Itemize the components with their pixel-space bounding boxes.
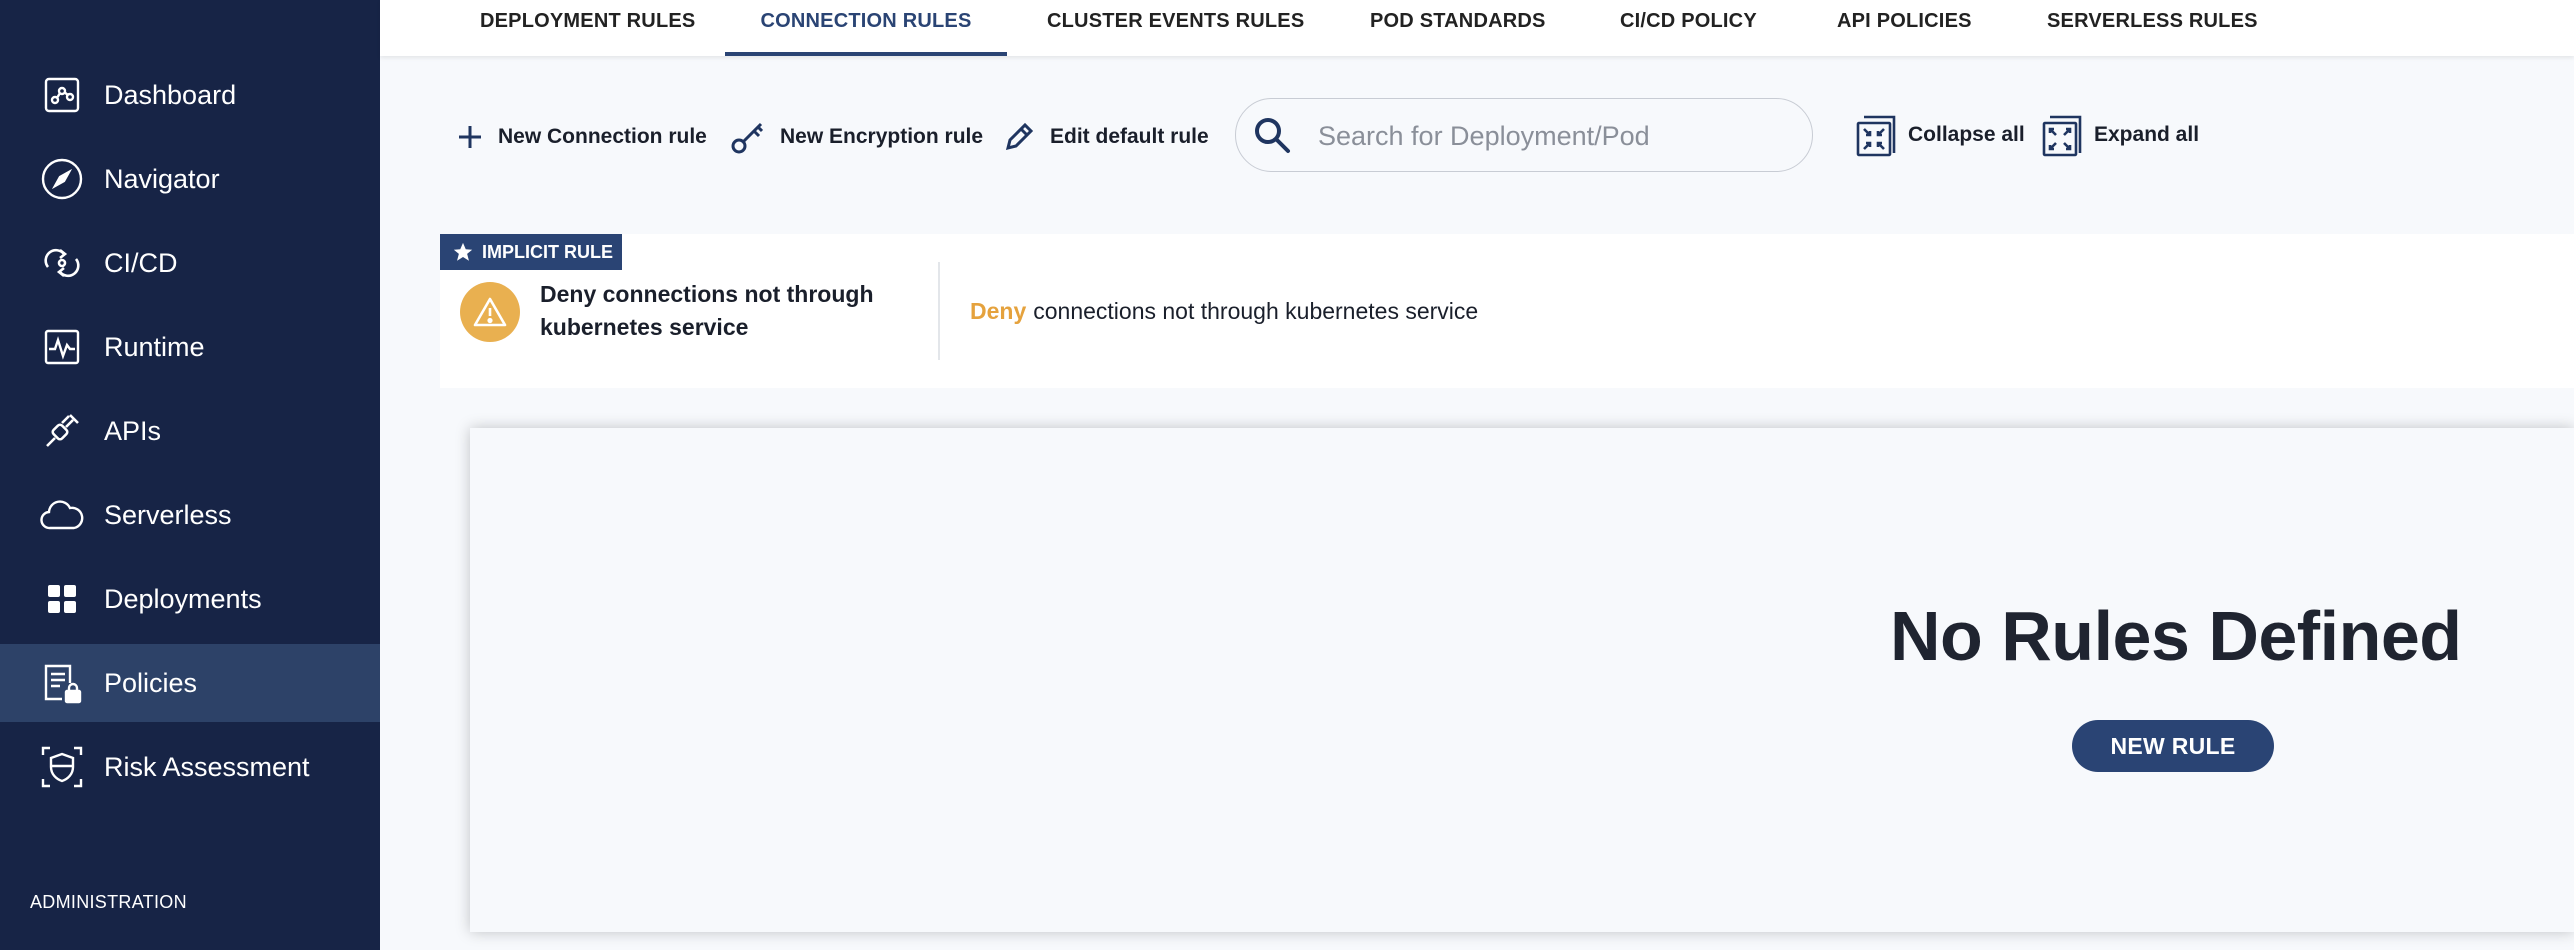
sidebar-item-label: Deployments <box>104 583 262 614</box>
tab-serverless-rules[interactable]: SERVERLESS RULES <box>2047 0 2258 56</box>
search-input[interactable] <box>1316 115 1790 157</box>
new-connection-rule-button[interactable]: New Connection rule <box>456 112 707 162</box>
collapse-all-button[interactable]: Collapse all <box>1854 110 2025 160</box>
sidebar-item-risk-assessment[interactable]: Risk Assessment <box>0 728 380 806</box>
deny-action-label: Deny <box>970 298 1027 324</box>
sidebar-item-deployments[interactable]: Deployments <box>0 560 380 638</box>
sidebar-item-apis[interactable]: APIs <box>0 392 380 470</box>
expand-all-label: Expand all <box>2094 123 2200 146</box>
star-icon <box>452 241 474 263</box>
edit-default-rule-button[interactable]: Edit default rule <box>1002 112 1209 162</box>
sidebar-item-label: Policies <box>104 667 198 698</box>
tab-deployment-rules[interactable]: DEPLOYMENT RULES <box>480 0 695 56</box>
new-encryption-rule-button[interactable]: New Encryption rule <box>730 112 983 162</box>
grid-icon <box>40 577 84 621</box>
search-box <box>1235 98 1813 172</box>
dashboard-icon <box>40 73 84 117</box>
search-icon <box>1252 115 1294 162</box>
sidebar-item-label: Dashboard <box>104 79 237 110</box>
collapse-all-label: Collapse all <box>1908 123 2025 146</box>
implicit-rule-badge-label: IMPLICIT RULE <box>482 241 613 262</box>
sidebar-item-serverless[interactable]: Serverless <box>0 476 380 554</box>
cloud-icon <box>40 493 84 537</box>
pencil-icon <box>1002 120 1036 154</box>
plus-icon <box>456 123 484 151</box>
sidebar-item-label: CI/CD <box>104 247 178 278</box>
implicit-rule-description: Deny connections not through kubernetes s… <box>970 298 1478 325</box>
empty-state-title: No Rules Defined <box>1890 597 2462 675</box>
shield-scan-icon <box>40 745 84 789</box>
policy-lock-icon <box>40 661 84 705</box>
expand-icon <box>2040 111 2086 159</box>
runtime-icon <box>40 325 84 369</box>
cicd-icon <box>40 241 84 285</box>
sidebar-item-dashboard[interactable]: Dashboard <box>0 56 380 134</box>
tab-bar: DEPLOYMENT RULES CONNECTION RULES CLUSTE… <box>380 0 2574 56</box>
sidebar-item-label: Navigator <box>104 163 220 194</box>
sidebar-item-label: APIs <box>104 415 162 446</box>
compass-icon <box>40 157 84 201</box>
implicit-rule-description-text: connections not through kubernetes servi… <box>1033 298 1479 324</box>
implicit-rule-badge: IMPLICIT RULE <box>440 234 622 270</box>
new-connection-rule-label: New Connection rule <box>498 125 707 148</box>
divider <box>938 262 940 360</box>
warning-icon <box>460 282 520 342</box>
key-icon <box>730 119 766 155</box>
sidebar-item-label: Risk Assessment <box>104 751 310 782</box>
sidebar: Dashboard Navigator CI/CD Runtime APIs S… <box>0 0 380 950</box>
sidebar-item-runtime[interactable]: Runtime <box>0 308 380 386</box>
tab-cicd-policy[interactable]: CI/CD POLICY <box>1620 0 1757 56</box>
tab-cluster-events-rules[interactable]: CLUSTER EVENTS RULES <box>1047 0 1304 56</box>
tab-connection-rules[interactable]: CONNECTION RULES <box>725 0 1007 56</box>
sidebar-item-policies[interactable]: Policies <box>0 644 380 722</box>
sidebar-item-label: Runtime <box>104 331 205 362</box>
administration-link[interactable]: ADMINISTRATION <box>30 892 187 913</box>
sidebar-item-navigator[interactable]: Navigator <box>0 140 380 218</box>
tab-api-policies[interactable]: API POLICIES <box>1837 0 1972 56</box>
sidebar-item-label: Serverless <box>104 499 232 530</box>
implicit-rule-title: Deny connections not through kubernetes … <box>540 281 874 340</box>
new-rule-button[interactable]: NEW RULE <box>2072 720 2274 772</box>
new-encryption-rule-label: New Encryption rule <box>780 125 984 148</box>
rules-panel <box>470 428 2574 932</box>
sidebar-item-cicd[interactable]: CI/CD <box>0 224 380 302</box>
api-plug-icon <box>40 409 84 453</box>
edit-default-rule-label: Edit default rule <box>1050 125 1209 148</box>
tab-pod-standards[interactable]: POD STANDARDS <box>1370 0 1546 56</box>
expand-all-button[interactable]: Expand all <box>2040 110 2199 160</box>
collapse-icon <box>1854 111 1900 159</box>
